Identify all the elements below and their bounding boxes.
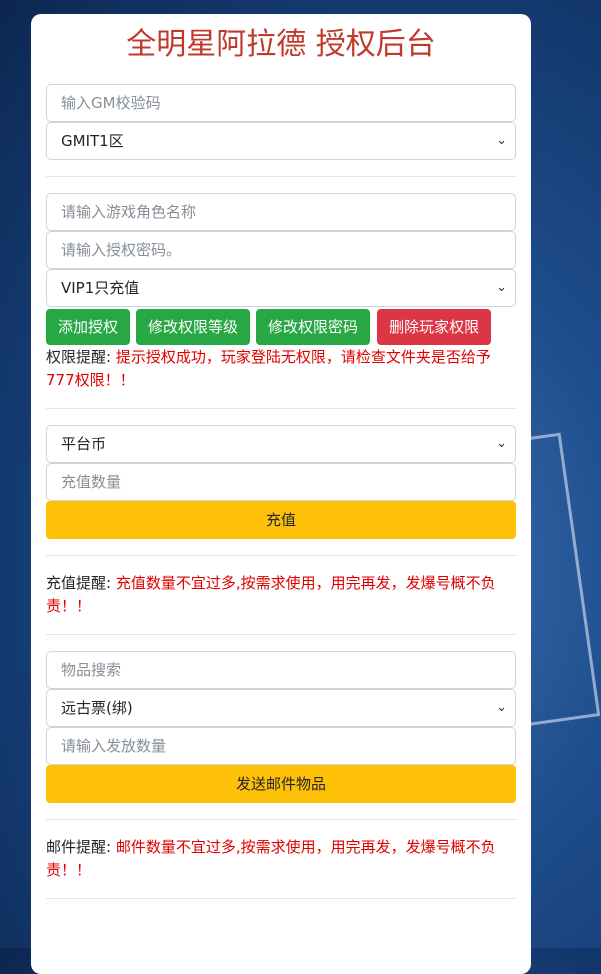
auth-notice-text: 提示授权成功，玩家登陆无权限，请检查文件夹是否给予777权限！！: [46, 348, 491, 389]
vip-level-select-value: VIP1只充值: [61, 279, 140, 297]
chevron-down-icon: ⌄: [496, 280, 507, 295]
add-auth-button[interactable]: 添加授权: [46, 309, 131, 345]
divider: [46, 819, 516, 820]
currency-select[interactable]: 平台币 ⌄: [46, 425, 516, 463]
recharge-notice-label: 充值提醒:: [46, 574, 112, 592]
auth-notice-label: 权限提醒:: [46, 348, 112, 366]
role-name-input[interactable]: 请输入游戏角色名称: [46, 193, 516, 231]
mail-quantity-input[interactable]: 请输入发放数量: [46, 727, 516, 765]
send-mail-button[interactable]: 发送邮件物品: [46, 765, 516, 803]
currency-select-value: 平台币: [61, 435, 107, 453]
chevron-down-icon: ⌄: [496, 700, 507, 715]
page-title: 全明星阿拉德 授权后台: [126, 27, 436, 62]
modify-level-button[interactable]: 修改权限等级: [136, 309, 251, 345]
recharge-amount-input[interactable]: 充值数量: [46, 463, 516, 501]
admin-panel-card: 全明星阿拉德 授权后台 输入GM校验码 GMIT1区 ⌄ 请输入游戏角色名称 请…: [31, 14, 531, 974]
item-select[interactable]: 远古票(绑) ⌄: [46, 689, 516, 727]
chevron-down-icon: ⌄: [496, 133, 507, 148]
recharge-button[interactable]: 充值: [46, 501, 516, 539]
server-select[interactable]: GMIT1区 ⌄: [46, 122, 516, 160]
vip-level-select[interactable]: VIP1只充值 ⌄: [46, 269, 516, 307]
chevron-down-icon: ⌄: [496, 436, 507, 451]
divider: [46, 634, 516, 635]
server-select-value: GMIT1区: [61, 132, 124, 150]
divider: [46, 555, 516, 556]
divider: [46, 898, 516, 899]
divider: [46, 408, 516, 409]
mail-notice-text: 邮件数量不宜过多,按需求使用，用完再发，发爆号概不负责！！: [46, 838, 496, 879]
recharge-notice: 充值提醒: 充值数量不宜过多,按需求使用，用完再发，发爆号概不负责！！: [46, 572, 516, 618]
auth-button-row: 添加授权 修改权限等级 修改权限密码 删除玩家权限: [46, 309, 516, 349]
auth-password-input[interactable]: 请输入授权密码。: [46, 231, 516, 269]
recharge-notice-text: 充值数量不宜过多,按需求使用，用完再发，发爆号概不负责！！: [46, 574, 496, 615]
divider: [46, 176, 516, 177]
delete-player-auth-button[interactable]: 删除玩家权限: [377, 309, 492, 345]
mail-notice: 邮件提醒: 邮件数量不宜过多,按需求使用，用完再发，发爆号概不负责！！: [46, 836, 516, 882]
mail-notice-label: 邮件提醒:: [46, 838, 112, 856]
item-select-value: 远古票(绑): [61, 699, 133, 717]
auth-notice: 权限提醒: 提示授权成功，玩家登陆无权限，请检查文件夹是否给予777权限！！: [46, 346, 516, 392]
modify-password-button[interactable]: 修改权限密码: [256, 309, 371, 345]
gm-code-input[interactable]: 输入GM校验码: [46, 84, 516, 122]
item-search-input[interactable]: 物品搜索: [46, 651, 516, 689]
